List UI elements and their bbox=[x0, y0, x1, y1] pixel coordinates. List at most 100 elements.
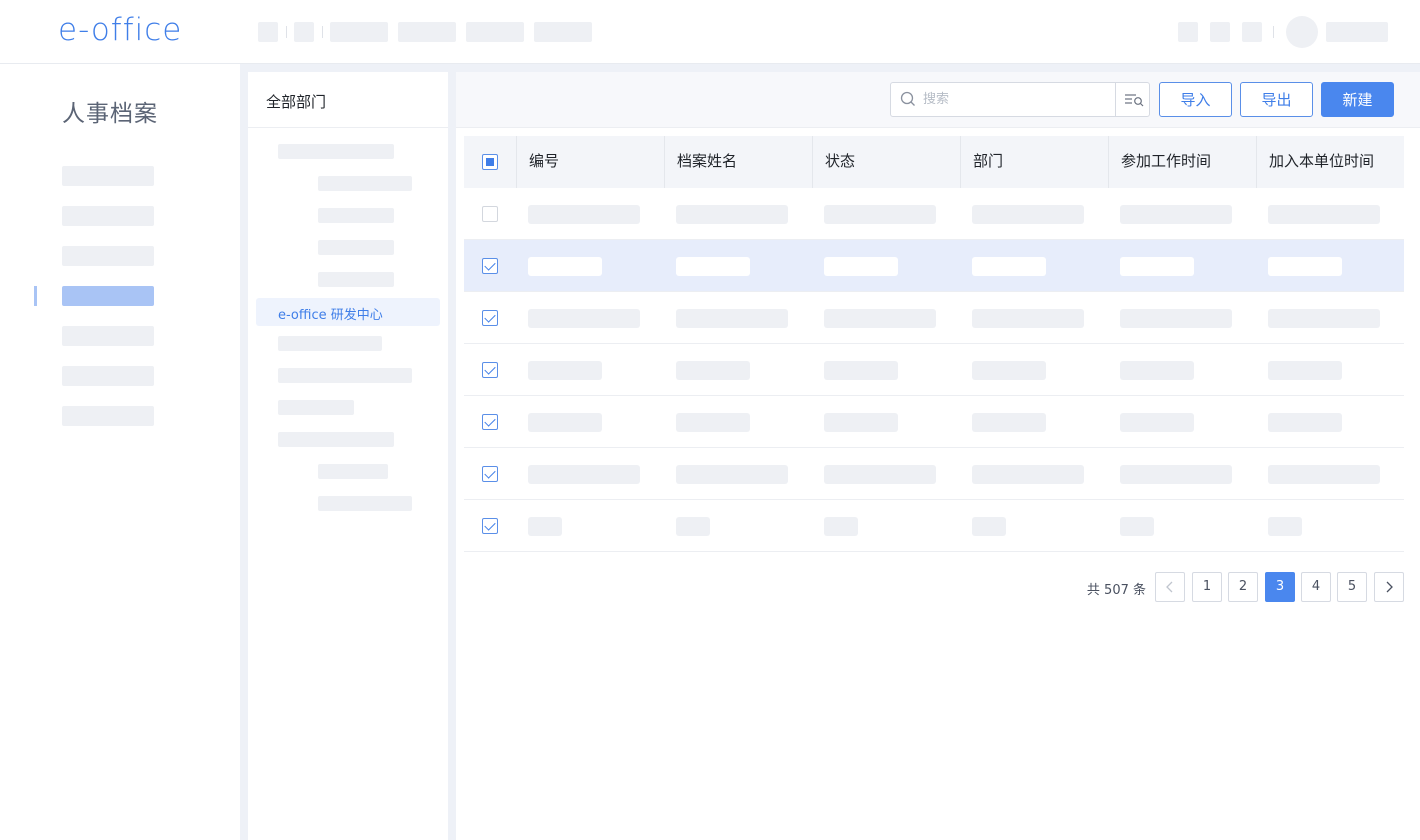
tree-node-placeholder[interactable] bbox=[278, 368, 412, 383]
nav-item-placeholder[interactable] bbox=[62, 206, 154, 226]
left-nav: 人事档案 bbox=[0, 64, 240, 840]
top-menu-item-placeholder[interactable] bbox=[466, 22, 524, 42]
page-button[interactable]: 1 bbox=[1192, 572, 1222, 602]
toolbar-icon-placeholder[interactable] bbox=[258, 22, 278, 42]
nav-item-placeholder[interactable] bbox=[62, 326, 154, 346]
cell-placeholder bbox=[1268, 309, 1380, 328]
row-checkbox[interactable] bbox=[482, 258, 498, 274]
header-icon-placeholder[interactable] bbox=[1178, 22, 1198, 42]
table-row[interactable] bbox=[464, 448, 1404, 500]
tree-node-placeholder[interactable] bbox=[318, 272, 394, 287]
nav-item-placeholder[interactable] bbox=[62, 366, 154, 386]
total-count: 共 507 条 bbox=[1086, 583, 1146, 598]
chevron-left-icon bbox=[1166, 581, 1173, 593]
nav-active-indicator bbox=[34, 286, 37, 306]
cell-placeholder bbox=[1120, 465, 1232, 484]
header-icon-placeholder[interactable] bbox=[1242, 22, 1262, 42]
next-page-button[interactable] bbox=[1374, 572, 1404, 602]
divider bbox=[286, 26, 287, 38]
tree-node-placeholder[interactable] bbox=[318, 464, 388, 479]
table-row[interactable] bbox=[464, 396, 1404, 448]
tree-node-placeholder[interactable] bbox=[318, 496, 412, 511]
cell-placeholder bbox=[1268, 205, 1380, 224]
page-button[interactable]: 5 bbox=[1337, 572, 1367, 602]
cell-placeholder bbox=[676, 413, 750, 432]
cell-placeholder bbox=[1268, 465, 1380, 484]
row-checkbox[interactable] bbox=[482, 518, 498, 534]
user-name-placeholder[interactable] bbox=[1326, 22, 1388, 42]
cell-placeholder bbox=[972, 465, 1084, 484]
table-header: 编号 档案姓名 状态 部门 参加工作时间 加入本单位时间 bbox=[464, 136, 1404, 188]
tree-node-placeholder[interactable] bbox=[278, 144, 394, 159]
table-row[interactable] bbox=[464, 292, 1404, 344]
cell-placeholder bbox=[972, 413, 1046, 432]
header-icon-placeholder[interactable] bbox=[1210, 22, 1230, 42]
nav-item-placeholder[interactable] bbox=[62, 246, 154, 266]
row-checkbox[interactable] bbox=[482, 414, 498, 430]
import-button[interactable]: 导入 bbox=[1159, 82, 1232, 117]
cell-placeholder bbox=[676, 361, 750, 380]
cell-placeholder bbox=[1120, 517, 1154, 536]
row-checkbox[interactable] bbox=[482, 466, 498, 482]
table-body bbox=[464, 188, 1404, 552]
tree-node-placeholder[interactable] bbox=[318, 176, 412, 191]
table-row[interactable] bbox=[464, 500, 1404, 552]
cell-placeholder bbox=[528, 257, 602, 276]
avatar[interactable] bbox=[1286, 16, 1318, 48]
cell-placeholder bbox=[528, 517, 562, 536]
nav-item-placeholder[interactable] bbox=[62, 166, 154, 186]
tree-node-placeholder[interactable] bbox=[278, 432, 394, 447]
toolbar-icon-placeholder[interactable] bbox=[294, 22, 314, 42]
row-checkbox[interactable] bbox=[482, 310, 498, 326]
row-checkbox[interactable] bbox=[482, 362, 498, 378]
cell-placeholder bbox=[676, 257, 750, 276]
tree-node-selected[interactable]: e-office 研发中心 bbox=[256, 298, 440, 326]
tree-node-label: e-office 研发中心 bbox=[278, 308, 383, 323]
cell-placeholder bbox=[824, 205, 936, 224]
top-menu-item-placeholder[interactable] bbox=[398, 22, 456, 42]
nav-item-placeholder[interactable] bbox=[62, 406, 154, 426]
cell-placeholder bbox=[528, 205, 640, 224]
list-toolbar: 导入 导出 新建 bbox=[456, 72, 1420, 128]
department-panel: 全部部门 e-office 研发中心 bbox=[248, 72, 448, 840]
cell-placeholder bbox=[528, 465, 640, 484]
row-checkbox[interactable] bbox=[482, 206, 498, 222]
search-input[interactable] bbox=[923, 89, 1103, 110]
tree-node-placeholder[interactable] bbox=[278, 336, 382, 351]
page-button[interactable]: 4 bbox=[1301, 572, 1331, 602]
top-menu-item-placeholder[interactable] bbox=[330, 22, 388, 42]
column-header[interactable]: 参加工作时间 bbox=[1108, 136, 1256, 188]
tree-node-placeholder[interactable] bbox=[278, 400, 354, 415]
cell-placeholder bbox=[972, 361, 1046, 380]
new-button[interactable]: 新建 bbox=[1321, 82, 1394, 117]
search-box bbox=[890, 82, 1150, 117]
tree-node-placeholder[interactable] bbox=[318, 208, 394, 223]
prev-page-button[interactable] bbox=[1155, 572, 1185, 602]
export-button[interactable]: 导出 bbox=[1240, 82, 1313, 117]
cell-placeholder bbox=[528, 413, 602, 432]
cell-placeholder bbox=[528, 309, 640, 328]
column-header[interactable]: 档案姓名 bbox=[664, 136, 812, 188]
column-header[interactable]: 加入本单位时间 bbox=[1256, 136, 1404, 188]
select-all-checkbox[interactable] bbox=[482, 154, 498, 170]
cell-placeholder bbox=[1120, 205, 1232, 224]
divider bbox=[322, 26, 323, 38]
advanced-filter-button[interactable] bbox=[1115, 83, 1150, 116]
tree-node-placeholder[interactable] bbox=[318, 240, 394, 255]
column-header[interactable]: 状态 bbox=[812, 136, 960, 188]
top-menu-item-placeholder[interactable] bbox=[534, 22, 592, 42]
chevron-right-icon bbox=[1386, 581, 1393, 593]
nav-item-active[interactable] bbox=[62, 286, 154, 306]
table-row[interactable] bbox=[464, 344, 1404, 396]
cell-placeholder bbox=[1120, 413, 1194, 432]
table-row[interactable] bbox=[464, 240, 1404, 292]
page-button[interactable]: 2 bbox=[1228, 572, 1258, 602]
divider bbox=[1273, 26, 1274, 38]
table-row[interactable] bbox=[464, 188, 1404, 240]
cell-placeholder bbox=[1268, 257, 1342, 276]
column-header[interactable]: 部门 bbox=[960, 136, 1108, 188]
column-header[interactable]: 编号 bbox=[516, 136, 664, 188]
cell-placeholder bbox=[528, 361, 602, 380]
app-logo[interactable]: e-office bbox=[58, 12, 182, 48]
page-button-current[interactable]: 3 bbox=[1265, 572, 1295, 602]
